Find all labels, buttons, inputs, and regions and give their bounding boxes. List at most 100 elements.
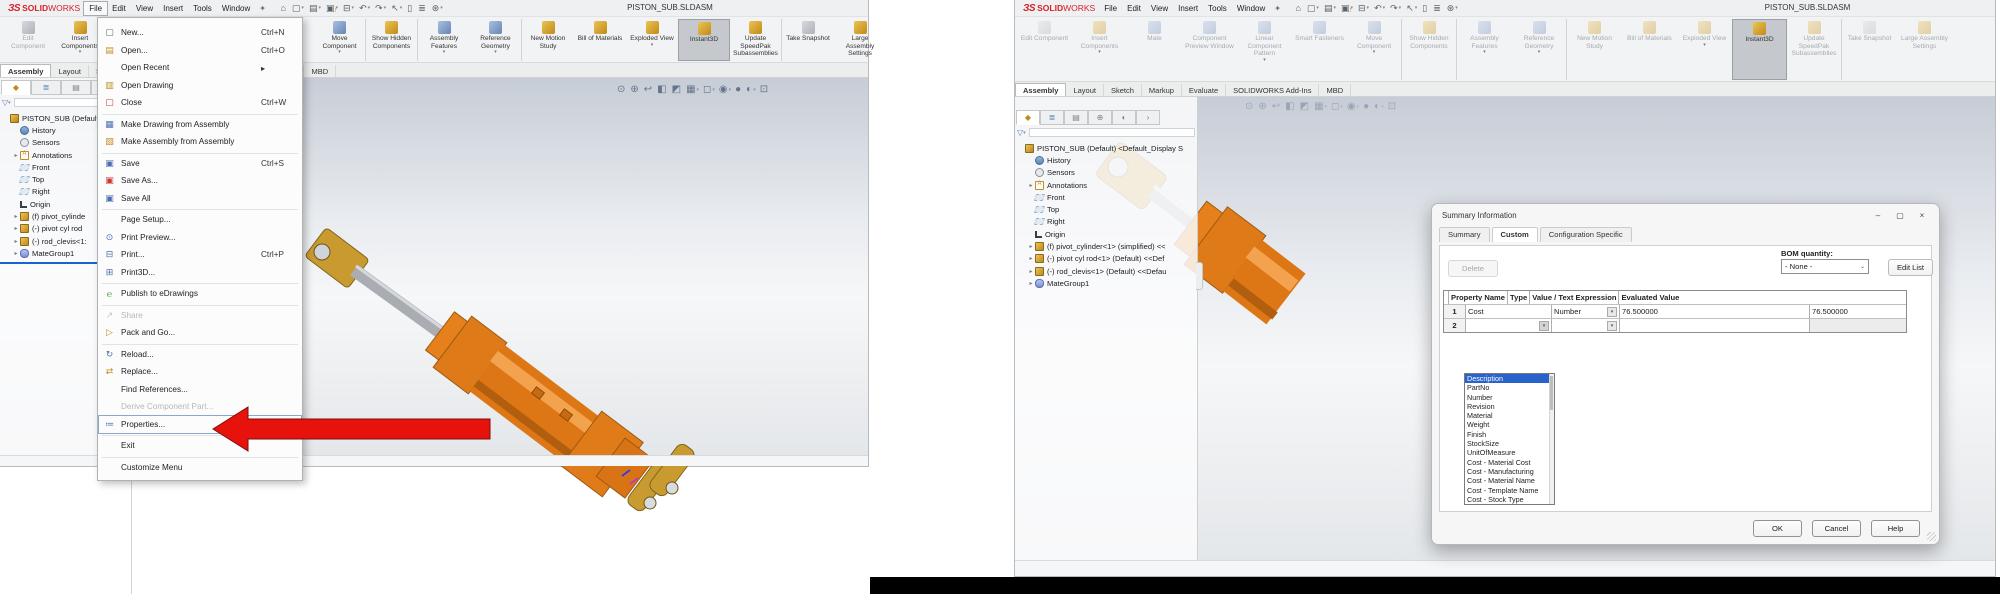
value-cell[interactable]: 76.500000 <box>1620 305 1810 318</box>
edit-component-button[interactable]: Edit Component <box>1017 19 1072 80</box>
propertymanager-tab-icon[interactable]: ≣ <box>31 80 61 95</box>
component-preview-window-button[interactable]: Component Preview Window <box>1182 19 1237 80</box>
ribbon-tab[interactable]: Assembly <box>1015 83 1067 96</box>
file-menu-item[interactable]: ▢ Close Ctrl+W <box>99 94 301 112</box>
section-view-icon[interactable]: ◧ <box>1285 101 1295 112</box>
exploded-view-button[interactable]: Exploded View ▾ <box>626 19 678 61</box>
tree-item[interactable]: ▸ (f) pivot_cylinder<1> (simplified) << <box>1027 240 1197 252</box>
smart-fasteners-button[interactable]: Smart Fasteners <box>1292 19 1347 80</box>
bill-of-materials-button[interactable]: Bill of Materials <box>1622 19 1677 80</box>
menu-item[interactable]: Edit <box>1122 2 1146 15</box>
cancel-button[interactable]: Cancel <box>1812 520 1861 537</box>
view-settings-icon[interactable]: ⊡ <box>1388 101 1397 112</box>
tree-item[interactable]: Top <box>1027 203 1197 215</box>
panel-splitter-handle[interactable] <box>1196 262 1203 290</box>
menu-item[interactable]: Insert <box>1173 2 1203 15</box>
new-document-icon[interactable]: ▢ ▾ <box>1304 3 1321 14</box>
show-hidden-components-button[interactable]: Show Hidden Components <box>366 19 418 61</box>
assembly-features-button[interactable]: Assembly Features ▾ <box>418 19 470 61</box>
property-option[interactable]: Cost - Material Name <box>1465 476 1554 485</box>
apply-scene-icon[interactable]: ◐ ▾ <box>746 84 756 95</box>
open-icon[interactable]: ▤ ▾ <box>306 3 323 14</box>
update-speedpak-button[interactable]: Update SpeedPak Subassemblies <box>1787 19 1842 80</box>
home-icon[interactable]: ⌂ <box>1293 3 1304 13</box>
save-icon[interactable]: ▣ ▾! <box>1338 3 1355 14</box>
delete-button[interactable]: Delete <box>1448 260 1498 277</box>
property-name-cell[interactable]: ▾ <box>1466 319 1552 332</box>
file-menu-item[interactable]: ▧ Make Assembly from Assembly <box>99 133 301 151</box>
ribbon-tab[interactable]: MBD <box>1319 84 1352 96</box>
file-menu-item[interactable]: ▣ Save Ctrl+S <box>99 155 301 173</box>
file-menu-item[interactable]: ↻ Reload... <box>99 346 301 364</box>
ribbon-tab[interactable]: Markup <box>1142 84 1182 96</box>
minimize-icon[interactable]: – <box>1867 208 1889 223</box>
edit-list-button[interactable]: Edit List <box>1888 259 1933 276</box>
tree-item[interactable]: Origin <box>1027 228 1197 240</box>
menu-item[interactable]: File <box>1099 2 1122 15</box>
menu-item[interactable]: Edit <box>107 2 131 15</box>
dropdown-button-icon[interactable]: ▾ <box>1539 320 1549 331</box>
file-menu-item[interactable]: ▷ Pack and Go... <box>99 324 301 342</box>
redo-icon[interactable]: ↷ ▾ <box>373 3 389 14</box>
new-motion-study-button[interactable]: New Motion Study <box>522 19 574 61</box>
dialog-tab[interactable]: Summary <box>1439 227 1490 242</box>
property-option[interactable]: StockSize <box>1465 439 1554 448</box>
dropdown-button-icon[interactable]: ▾ <box>1607 320 1617 331</box>
previous-view-icon[interactable]: ↩ <box>1272 101 1281 112</box>
menu-item[interactable]: Tools <box>1203 2 1232 15</box>
tree-item[interactable]: ▸ (-) pivot cyl rod<1> (Default) <<Def <box>1027 253 1197 265</box>
configurationmanager-tab-icon[interactable]: ▤ <box>1064 110 1088 125</box>
pin-menu-icon[interactable]: ✦ <box>255 4 270 13</box>
file-menu-item[interactable]: ⊟ Print... Ctrl+P <box>99 246 301 264</box>
instant3d-button[interactable]: Instant3D <box>1732 19 1787 80</box>
file-menu-item[interactable]: ℮ Publish to eDrawings <box>99 285 301 303</box>
file-menu-item[interactable]: Page Setup... <box>99 211 301 229</box>
exploded-view-button[interactable]: Exploded View ▾ <box>1677 19 1732 80</box>
open-icon[interactable]: ▤ ▾ <box>1321 3 1338 14</box>
menu-item[interactable]: File <box>83 0 109 16</box>
edit-appearance-icon[interactable]: ● <box>1363 101 1370 112</box>
tree-item[interactable]: ▸ (-) rod_clevis<1> (Default) <<Defau <box>1027 265 1197 277</box>
save-icon[interactable]: ▣ ▾! <box>323 3 340 14</box>
display-style-icon[interactable]: ◻ ▾ <box>703 84 715 95</box>
menu-item[interactable]: Insert <box>158 2 188 15</box>
ribbon-tab[interactable]: Assembly <box>0 64 52 77</box>
ribbon-tab[interactable]: SOLIDWORKS Add-Ins <box>1226 84 1320 96</box>
take-snapshot-button[interactable]: Take Snapshot <box>782 19 834 61</box>
type-cell[interactable]: ▾ <box>1552 319 1620 332</box>
view-orientation-icon[interactable]: ▦ ▾ <box>1314 101 1327 112</box>
property-option[interactable]: Revision <box>1465 402 1554 411</box>
insert-components-button[interactable]: Insert Components ▾ <box>1072 19 1127 80</box>
zoom-fit-icon[interactable]: ⊙ <box>1245 101 1254 112</box>
file-menu-item[interactable]: ▣ Save All <box>99 190 301 208</box>
reference-geometry-button[interactable]: Reference Geometry ▾ <box>1512 19 1567 80</box>
move-component-button[interactable]: Move Component ▾ <box>1347 19 1402 80</box>
view-orientation-icon[interactable]: ▦ ▾ <box>686 84 699 95</box>
configurationmanager-tab-icon[interactable]: ▤ <box>61 80 91 95</box>
property-option[interactable]: Weight <box>1465 420 1554 429</box>
property-option[interactable]: Cost - Stock Type <box>1465 495 1554 504</box>
file-menu-item[interactable]: ▣ Save As... <box>99 172 301 190</box>
appearance-tools-icon[interactable]: ◩ <box>1300 101 1310 112</box>
property-option[interactable]: PartNo <box>1465 383 1554 392</box>
ribbon-tab[interactable]: MBD <box>304 65 337 77</box>
dropdown-button-icon[interactable]: ▾ <box>1607 306 1617 317</box>
redo-icon[interactable]: ↷ ▾ <box>1388 3 1404 14</box>
resize-grip[interactable] <box>1927 532 1936 541</box>
filter-input[interactable] <box>1028 128 1195 137</box>
help-button[interactable]: Help <box>1871 520 1920 537</box>
dialog-tab[interactable]: Custom <box>1491 227 1538 242</box>
property-option[interactable]: Cost - Material Cost <box>1465 458 1554 467</box>
dimxpertmanager-tab-icon[interactable]: ⊕ <box>1088 110 1112 125</box>
maximize-icon[interactable]: ▢ <box>1889 208 1911 223</box>
select-icon[interactable]: ↖ ▾ <box>1404 3 1420 14</box>
file-menu-item[interactable]: ⊙ Print Preview... <box>99 229 301 247</box>
property-option[interactable]: UnitOfMeasure <box>1465 448 1554 457</box>
type-cell[interactable]: Number ▾ <box>1552 305 1620 318</box>
section-view-icon[interactable]: ◧ <box>657 84 667 95</box>
previous-view-icon[interactable]: ↩ <box>644 84 653 95</box>
property-option[interactable]: Cost - Template Name <box>1465 486 1554 495</box>
bill-of-materials-button[interactable]: Bill of Materials <box>574 19 626 61</box>
zoom-area-icon[interactable]: ⊕ <box>630 84 639 95</box>
propertymanager-tab-icon[interactable]: ≣ <box>1040 110 1064 125</box>
